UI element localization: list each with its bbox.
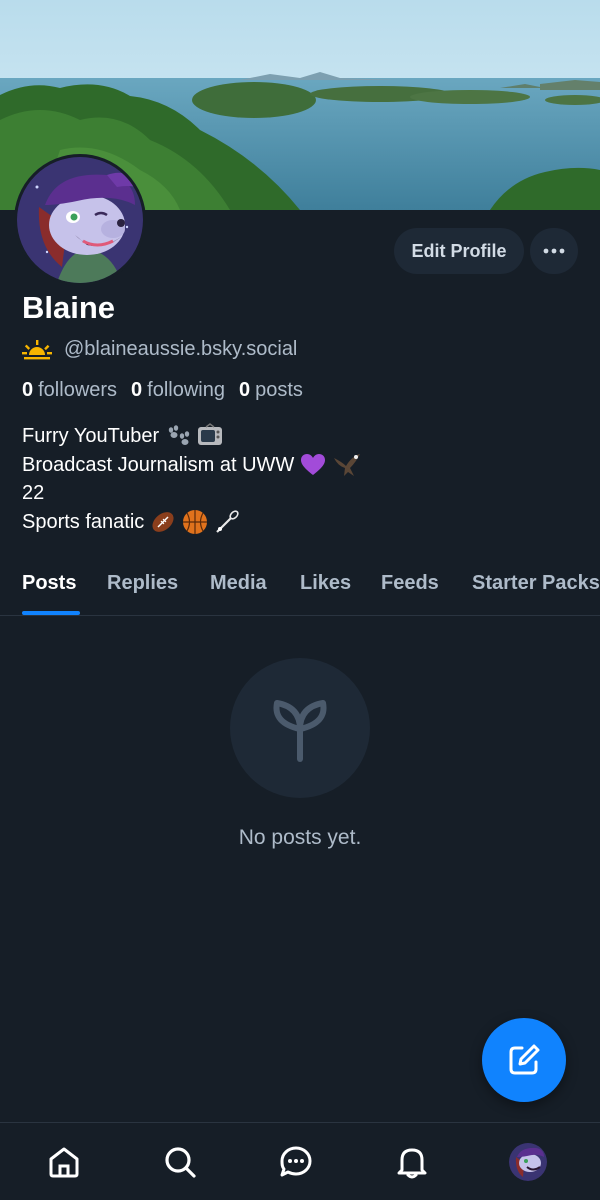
followers-stat[interactable]: 0 followers bbox=[22, 379, 117, 402]
bio-line: Furry YouTuber bbox=[22, 422, 362, 451]
nav-profile[interactable] bbox=[508, 1142, 548, 1182]
tab-starter-packs[interactable]: Starter Packs bbox=[472, 572, 600, 595]
seedling-icon bbox=[273, 700, 327, 762]
eagle-icon bbox=[332, 452, 362, 478]
bio-line: 22 bbox=[22, 482, 45, 504]
nav-notifications[interactable] bbox=[392, 1142, 432, 1182]
tab-media[interactable]: Media bbox=[210, 572, 267, 595]
basketball-icon bbox=[182, 509, 208, 535]
tab-posts[interactable]: Posts bbox=[22, 572, 76, 595]
handle-row: @blaineaussie.bsky.social bbox=[22, 338, 297, 361]
following-stat[interactable]: 0 following bbox=[131, 379, 225, 402]
nav-home[interactable] bbox=[44, 1142, 84, 1182]
bio-line: Broadcast Journalism at UWW bbox=[22, 451, 362, 480]
display-name: Blaine bbox=[22, 290, 116, 325]
ellipsis-icon bbox=[543, 248, 565, 254]
empty-state-icon-wrap bbox=[230, 658, 370, 798]
tab-feeds[interactable]: Feeds bbox=[381, 572, 439, 595]
active-tab-indicator bbox=[22, 611, 80, 615]
avatar-image bbox=[17, 157, 143, 283]
football-icon bbox=[150, 509, 176, 535]
sunrise-icon bbox=[22, 339, 52, 359]
nav-search[interactable] bbox=[160, 1142, 200, 1182]
chat-icon bbox=[280, 1146, 312, 1177]
bell-icon bbox=[397, 1148, 427, 1179]
home-icon bbox=[49, 1147, 79, 1178]
tab-replies[interactable]: Replies bbox=[107, 572, 178, 595]
compose-post-button[interactable] bbox=[482, 1018, 566, 1102]
profile-stats: 0 followers 0 following 0 posts bbox=[22, 379, 303, 402]
bottom-navigation bbox=[0, 1122, 600, 1200]
more-options-button[interactable] bbox=[530, 228, 578, 274]
profile-bio: Furry YouTuber Broadcast Journalism at U… bbox=[22, 422, 362, 536]
purple-heart-icon bbox=[300, 453, 326, 477]
paw-prints-icon bbox=[165, 424, 191, 448]
nav-chat[interactable] bbox=[276, 1142, 316, 1182]
avatar bbox=[509, 1143, 547, 1181]
edit-profile-button[interactable]: Edit Profile bbox=[394, 228, 524, 274]
profile-avatar[interactable] bbox=[14, 154, 146, 286]
empty-state-text: No posts yet. bbox=[238, 826, 362, 849]
profile-handle: @blaineaussie.bsky.social bbox=[64, 338, 298, 360]
television-icon bbox=[197, 423, 223, 449]
bio-line: Sports fanatic bbox=[22, 508, 362, 537]
lacrosse-icon bbox=[214, 509, 240, 535]
compose-icon bbox=[509, 1044, 540, 1075]
search-icon bbox=[165, 1147, 196, 1178]
posts-stat: 0 posts bbox=[239, 379, 303, 401]
profile-tabs: Posts Replies Media Likes Feeds Starter … bbox=[0, 556, 600, 616]
tab-likes[interactable]: Likes bbox=[300, 572, 351, 595]
